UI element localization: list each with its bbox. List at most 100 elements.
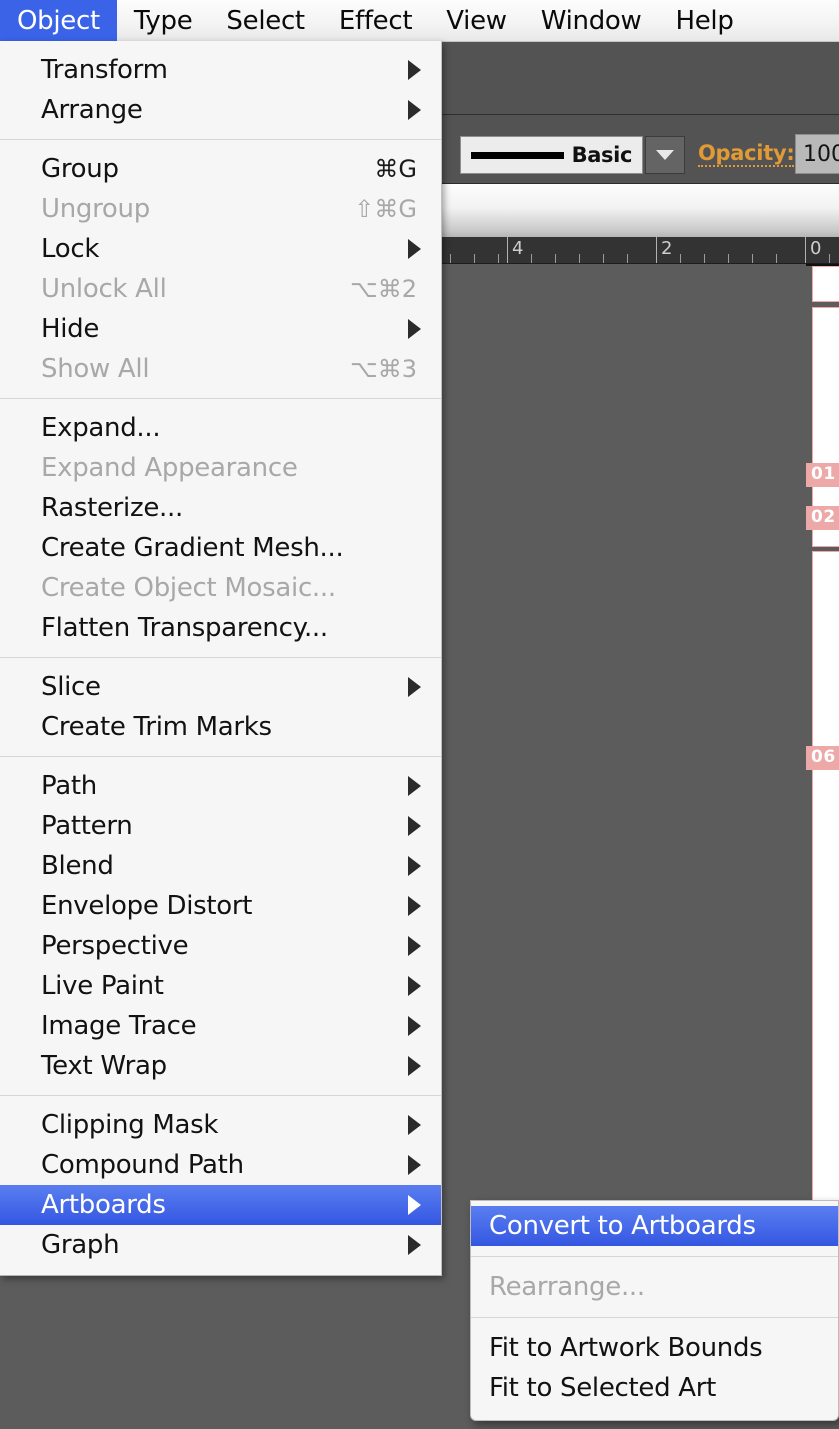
artboard-06[interactable] — [812, 551, 839, 1221]
submenu-arrow-icon — [408, 1016, 421, 1036]
submenu-arrow-icon — [408, 776, 421, 796]
ruler-minor-tick — [579, 254, 580, 263]
ruler-tick-label-0: 0 — [810, 238, 822, 259]
menu-item-create-object-mosaic: Create Object Mosaic... — [0, 568, 441, 608]
opacity-label[interactable]: Opacity: — [698, 141, 795, 167]
menu-item-lock[interactable]: Lock — [0, 229, 441, 269]
illustrator-window: 01 02 06 Basic Opacity: 100% 4 2 0 — [0, 0, 839, 1429]
menubar-item-window[interactable]: Window — [524, 0, 659, 41]
menu-item-blend[interactable]: Blend — [0, 846, 441, 886]
ruler-minor-tick — [555, 254, 556, 263]
menubar-item-object[interactable]: Object — [0, 0, 117, 41]
ruler-tick-label-4: 4 — [512, 238, 524, 259]
menu-item-graph[interactable]: Graph — [0, 1225, 441, 1265]
menu-bar: Object Type Select Effect View Window He… — [0, 0, 839, 42]
submenu-item-fit-to-selected-art[interactable]: Fit to Selected Art — [471, 1368, 838, 1408]
artboard-tag-02: 02 — [806, 506, 839, 531]
artboard-tag-06: 06 — [806, 746, 839, 771]
submenu-arrow-icon — [408, 239, 421, 259]
toolbar-strip — [440, 40, 839, 115]
menu-item-transform[interactable]: Transform — [0, 50, 441, 90]
menu-item-flatten-transparency[interactable]: Flatten Transparency... — [0, 608, 441, 648]
menu-item-image-trace[interactable]: Image Trace — [0, 1006, 441, 1046]
menubar-item-help[interactable]: Help — [658, 0, 750, 41]
menu-item-expand[interactable]: Expand... — [0, 408, 441, 448]
menu-item-shortcut: ⌥⌘2 — [350, 275, 417, 303]
submenu-arrow-icon — [408, 896, 421, 916]
ruler-major-tick — [507, 237, 508, 263]
menu-item-label: Create Gradient Mesh... — [41, 533, 344, 563]
menu-item-artboards[interactable]: Artboards — [0, 1185, 441, 1225]
menu-item-label: Transform — [41, 55, 168, 85]
menubar-item-view[interactable]: View — [429, 0, 524, 41]
menu-item-path[interactable]: Path — [0, 766, 441, 806]
menu-item-shortcut: ⌥⌘3 — [350, 355, 417, 383]
submenu-item-rearrange: Rearrange... — [489, 1272, 645, 1302]
menu-item-label: Text Wrap — [41, 1051, 167, 1081]
menu-item-shortcut: ⌘G — [374, 155, 417, 183]
menu-item-label: Show All — [41, 354, 150, 384]
menubar-item-select[interactable]: Select — [209, 0, 321, 41]
menu-item-label: Graph — [41, 1230, 120, 1260]
ruler-minor-tick — [752, 254, 753, 263]
menu-item-text-wrap[interactable]: Text Wrap — [0, 1046, 441, 1086]
menu-item-group[interactable]: Group ⌘G — [0, 149, 441, 189]
artboards-submenu: Convert to Artboards Rearrange... Fit to… — [470, 1200, 839, 1421]
menu-item-label: Expand... — [41, 413, 161, 443]
menu-item-label: Rasterize... — [41, 493, 183, 523]
submenu-arrow-icon — [408, 816, 421, 836]
menu-item-label: Flatten Transparency... — [41, 613, 328, 643]
menu-separator — [0, 1095, 441, 1096]
menu-item-create-gradient-mesh[interactable]: Create Gradient Mesh... — [0, 528, 441, 568]
ruler-minor-tick — [531, 254, 532, 263]
menu-item-envelope-distort[interactable]: Envelope Distort — [0, 886, 441, 926]
menubar-item-effect[interactable]: Effect — [322, 0, 429, 41]
menu-item-ungroup: Ungroup ⇧⌘G — [0, 189, 441, 229]
menu-item-label: Create Object Mosaic... — [41, 573, 336, 603]
menu-item-label: Create Trim Marks — [41, 712, 272, 742]
menu-item-show-all: Show All ⌥⌘3 — [0, 349, 441, 389]
horizontal-ruler[interactable]: 4 2 0 — [440, 237, 839, 264]
menu-item-label: Arrange — [41, 95, 143, 125]
menu-item-perspective[interactable]: Perspective — [0, 926, 441, 966]
menu-item-expand-appearance: Expand Appearance — [0, 448, 441, 488]
menu-item-label: Artboards — [41, 1190, 166, 1220]
menubar-item-type[interactable]: Type — [117, 0, 210, 41]
ruler-minor-tick — [680, 254, 681, 263]
menu-item-live-paint[interactable]: Live Paint — [0, 966, 441, 1006]
menu-item-label: Lock — [41, 234, 100, 264]
stroke-profile-dropdown-button[interactable] — [645, 136, 685, 174]
stroke-profile-selector[interactable]: Basic — [460, 136, 643, 174]
menu-item-compound-path[interactable]: Compound Path — [0, 1145, 441, 1185]
menu-item-rasterize[interactable]: Rasterize... — [0, 488, 441, 528]
menu-item-label: Pattern — [41, 811, 133, 841]
menu-item-hide[interactable]: Hide — [0, 309, 441, 349]
ruler-minor-tick — [728, 254, 729, 263]
chevron-down-icon — [656, 150, 674, 160]
document-title-bar — [440, 184, 839, 237]
submenu-separator — [471, 1256, 838, 1257]
menu-item-arrange[interactable]: Arrange — [0, 90, 441, 130]
menu-item-label: Unlock All — [41, 274, 167, 304]
opacity-input[interactable]: 100% — [795, 134, 839, 174]
menu-item-label: Blend — [41, 851, 114, 881]
submenu-arrow-icon — [408, 100, 421, 120]
menu-separator — [0, 398, 441, 399]
menu-item-label: Image Trace — [41, 1011, 197, 1041]
ruler-major-tick — [656, 237, 657, 263]
submenu-item-convert-to-artboards[interactable]: Convert to Artboards — [471, 1206, 838, 1246]
menu-item-slice[interactable]: Slice — [0, 667, 441, 707]
ruler-minor-tick — [474, 254, 475, 263]
menu-item-create-trim-marks[interactable]: Create Trim Marks — [0, 707, 441, 747]
submenu-arrow-icon — [408, 936, 421, 956]
submenu-item-fit-to-artwork-bounds[interactable]: Fit to Artwork Bounds — [471, 1328, 838, 1368]
menu-item-unlock-all: Unlock All ⌥⌘2 — [0, 269, 441, 309]
menu-item-pattern[interactable]: Pattern — [0, 806, 441, 846]
artboard-01[interactable] — [812, 266, 839, 302]
artboard-tag-01: 01 — [806, 463, 839, 488]
menu-item-clipping-mask[interactable]: Clipping Mask — [0, 1105, 441, 1145]
menu-item-label: Envelope Distort — [41, 891, 253, 921]
menu-item-label: Perspective — [41, 931, 189, 961]
submenu-arrow-icon — [408, 976, 421, 996]
menu-separator — [0, 139, 441, 140]
